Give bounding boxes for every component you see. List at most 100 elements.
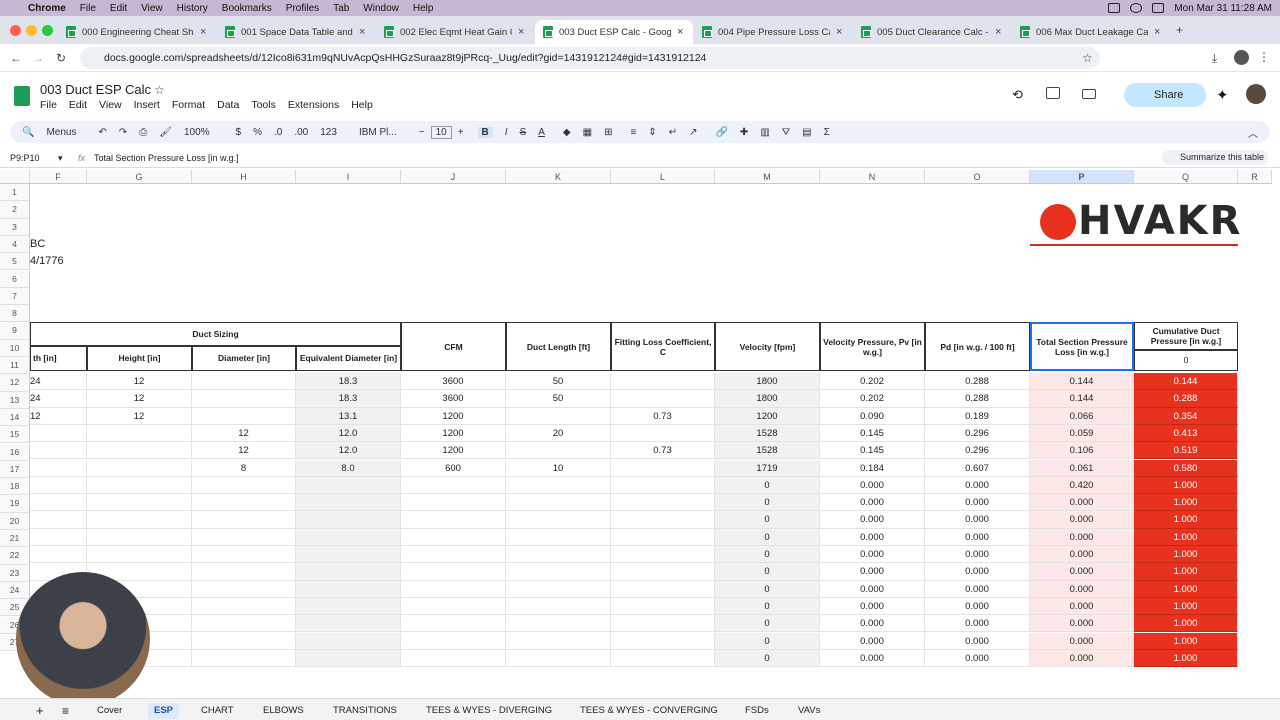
data-cell[interactable]: 0.288 bbox=[925, 390, 1030, 408]
row-header[interactable]: 21 bbox=[0, 530, 30, 548]
data-cell[interactable] bbox=[506, 615, 611, 633]
column-header-h[interactable]: H bbox=[192, 170, 296, 184]
data-cell[interactable] bbox=[611, 511, 715, 529]
close-tab-icon[interactable]: × bbox=[1154, 26, 1160, 38]
paint-format-icon[interactable]: 🖌 bbox=[159, 127, 172, 138]
data-cell[interactable]: 0.420 bbox=[1030, 476, 1134, 495]
data-cell[interactable] bbox=[30, 511, 87, 529]
column-header-r[interactable]: R bbox=[1238, 170, 1272, 184]
data-cell[interactable]: 0.000 bbox=[925, 563, 1030, 581]
data-cell[interactable]: 0.000 bbox=[925, 476, 1030, 495]
data-cell[interactable]: 1.000 bbox=[1134, 494, 1238, 512]
sheet-tab-elbows[interactable]: ELBOWS bbox=[263, 703, 304, 719]
data-cell[interactable]: 0.519 bbox=[1134, 442, 1238, 460]
close-tab-icon[interactable]: × bbox=[677, 26, 683, 38]
formula-input[interactable]: Total Section Pressure Loss [in w.g.] bbox=[94, 153, 239, 163]
data-cell[interactable]: 8.0 bbox=[296, 459, 401, 477]
browser-tab-active[interactable]: 003 Duct ESP Calc - Google × bbox=[535, 20, 693, 44]
zoom-select[interactable]: 100% bbox=[184, 127, 210, 138]
data-cell[interactable] bbox=[296, 511, 401, 529]
data-cell[interactable]: 3600 bbox=[401, 390, 506, 408]
chart-icon[interactable]: ▥ bbox=[760, 127, 769, 138]
data-cell[interactable] bbox=[611, 597, 715, 616]
data-cell[interactable]: 50 bbox=[506, 373, 611, 391]
data-cell[interactable] bbox=[611, 580, 715, 598]
data-cell[interactable] bbox=[611, 459, 715, 477]
data-cell[interactable]: 0 bbox=[715, 494, 820, 512]
data-cell[interactable] bbox=[87, 546, 192, 564]
sheet-tab-cover[interactable]: Cover bbox=[97, 703, 122, 719]
duct-sizing-header[interactable]: Duct Sizing bbox=[30, 322, 401, 346]
data-cell[interactable]: 1800 bbox=[715, 390, 820, 408]
data-cell[interactable] bbox=[611, 615, 715, 633]
row-header[interactable]: 7 bbox=[0, 287, 30, 306]
data-cell[interactable]: 12.0 bbox=[296, 442, 401, 460]
data-cell[interactable] bbox=[401, 528, 506, 546]
data-cell[interactable]: 0.607 bbox=[925, 459, 1030, 477]
row-header[interactable]: 8 bbox=[0, 305, 30, 323]
row-header[interactable]: 6 bbox=[0, 270, 30, 288]
data-cell[interactable] bbox=[506, 580, 611, 598]
data-cell[interactable] bbox=[401, 632, 506, 650]
close-tab-icon[interactable]: × bbox=[836, 26, 842, 38]
data-cell[interactable] bbox=[192, 649, 296, 668]
data-cell[interactable] bbox=[87, 476, 192, 495]
data-cell[interactable]: 0.000 bbox=[1030, 494, 1134, 512]
sheet-tab-vavs[interactable]: VAVs bbox=[798, 703, 820, 719]
data-cell[interactable] bbox=[87, 459, 192, 477]
data-cell[interactable]: 0.000 bbox=[925, 511, 1030, 529]
name-box[interactable]: P9:P10 bbox=[10, 153, 40, 163]
menu-help[interactable]: Help bbox=[413, 3, 434, 14]
data-cell[interactable] bbox=[506, 511, 611, 529]
sheets-logo-icon[interactable] bbox=[14, 86, 30, 106]
data-cell[interactable]: 0 bbox=[715, 632, 820, 650]
url-input[interactable]: docs.google.com/spreadsheets/d/12Ico8i63… bbox=[80, 47, 1100, 69]
data-cell[interactable]: 1200 bbox=[401, 407, 506, 425]
sheet-tab-fsds[interactable]: FSDs bbox=[745, 703, 769, 719]
data-cell[interactable]: 1.000 bbox=[1134, 597, 1238, 616]
column-header-j[interactable]: J bbox=[401, 170, 506, 184]
data-cell[interactable]: 1.000 bbox=[1134, 632, 1238, 650]
data-cell[interactable] bbox=[192, 580, 296, 598]
width-header[interactable]: th [in] bbox=[30, 345, 87, 371]
data-cell[interactable]: 0.000 bbox=[820, 511, 925, 529]
row-header[interactable]: 12 bbox=[0, 374, 30, 392]
data-cell[interactable] bbox=[296, 649, 401, 668]
browser-tab-6[interactable]: 006 Max Duct Leakage Calc × bbox=[1012, 20, 1170, 44]
data-cell[interactable]: 0 bbox=[715, 597, 820, 616]
data-cell[interactable]: 12 bbox=[30, 407, 87, 425]
font-size-input[interactable]: 10 bbox=[430, 125, 452, 139]
data-cell[interactable] bbox=[192, 597, 296, 616]
data-cell[interactable]: 0 bbox=[715, 546, 820, 564]
data-cell[interactable] bbox=[192, 476, 296, 495]
more-formats-button[interactable]: 123 bbox=[320, 127, 337, 138]
pd-header[interactable]: Pd [in w.g. / 100 ft] bbox=[925, 322, 1030, 371]
font-size-increase-icon[interactable]: + bbox=[458, 127, 464, 138]
data-cell[interactable] bbox=[401, 546, 506, 564]
close-tab-icon[interactable]: × bbox=[200, 26, 206, 38]
data-cell[interactable] bbox=[192, 632, 296, 650]
data-cell[interactable]: 0.000 bbox=[1030, 511, 1134, 529]
zoom-window-icon[interactable] bbox=[42, 25, 53, 36]
menu-file[interactable]: File bbox=[80, 3, 96, 14]
column-header-i[interactable]: I bbox=[296, 170, 401, 184]
sheet-tab-esp[interactable]: ESP bbox=[148, 703, 180, 719]
bold-button[interactable]: B bbox=[477, 126, 493, 138]
sheet-tab-tees-diverging[interactable]: TEES & WYES - DIVERGING bbox=[426, 703, 552, 719]
data-cell[interactable]: 0.000 bbox=[1030, 528, 1134, 546]
data-cell[interactable]: 0.000 bbox=[820, 615, 925, 633]
filter-views-icon[interactable]: ▤ bbox=[802, 127, 811, 138]
data-cell[interactable]: 1200 bbox=[401, 442, 506, 460]
version-history-icon[interactable]: ⟲ bbox=[1012, 87, 1023, 103]
download-icon[interactable]: ⤓ bbox=[1212, 51, 1217, 65]
data-cell[interactable]: 0.189 bbox=[925, 407, 1030, 425]
data-cell[interactable]: 20 bbox=[506, 424, 611, 443]
data-cell[interactable]: 1.000 bbox=[1134, 649, 1238, 668]
cell-f4[interactable]: BC bbox=[30, 236, 87, 253]
data-cell[interactable]: 1.000 bbox=[1134, 546, 1238, 564]
data-cell[interactable] bbox=[87, 511, 192, 529]
equivalent-diameter-header[interactable]: Equivalent Diameter [in] bbox=[296, 345, 401, 371]
data-cell[interactable] bbox=[296, 476, 401, 495]
data-cell[interactable]: 0.288 bbox=[925, 373, 1030, 391]
data-cell[interactable]: 50 bbox=[506, 390, 611, 408]
